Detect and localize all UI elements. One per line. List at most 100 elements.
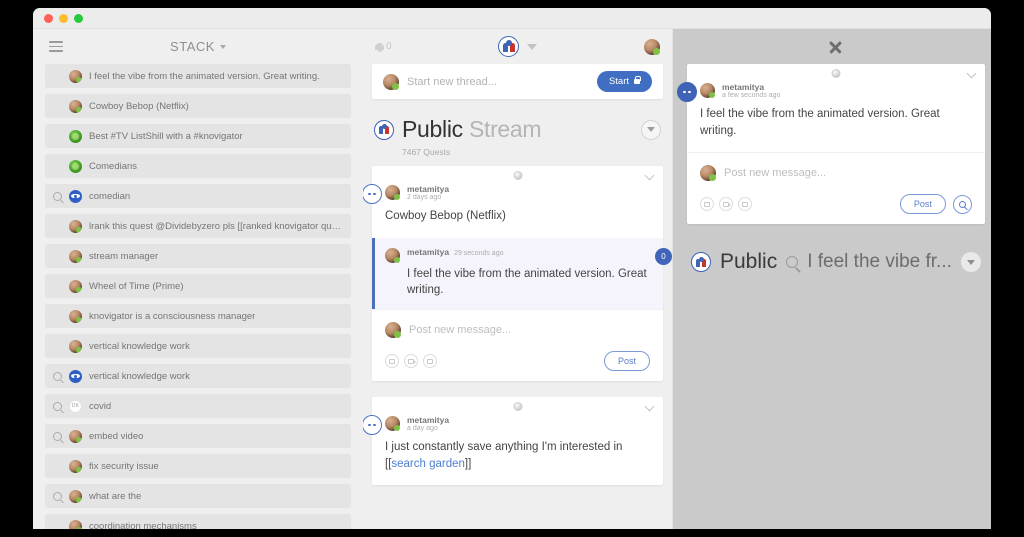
avatar bbox=[700, 165, 716, 182]
message-count-badge[interactable]: 0 bbox=[655, 247, 672, 265]
caret-down-icon[interactable] bbox=[527, 43, 538, 50]
stack-list-item[interactable]: Best #TV ListShill with a #knovigator bbox=[45, 124, 351, 148]
chevron-down-icon[interactable] bbox=[644, 401, 655, 412]
video-icon[interactable] bbox=[404, 354, 418, 369]
avatar bbox=[69, 339, 82, 353]
wiki-link[interactable]: search garden bbox=[391, 458, 465, 470]
more-options-icon[interactable] bbox=[677, 82, 697, 102]
stack-list[interactable]: I feel the vibe from the animated versio… bbox=[33, 64, 363, 529]
stack-list-item-label: comedian bbox=[89, 190, 131, 202]
stack-list-item-label: Comedians bbox=[89, 160, 138, 172]
post-button[interactable]: Post bbox=[899, 194, 946, 215]
comment-icon[interactable] bbox=[738, 197, 752, 212]
image-icon[interactable] bbox=[700, 197, 714, 212]
user-avatar[interactable] bbox=[644, 38, 660, 55]
message-text: I just constantly save anything I'm inte… bbox=[372, 432, 663, 485]
chevron-down-icon[interactable] bbox=[966, 68, 977, 79]
globe-icon bbox=[831, 69, 841, 78]
start-thread-button[interactable]: Start bbox=[596, 71, 652, 92]
avatar bbox=[69, 189, 82, 203]
avatar bbox=[69, 489, 82, 503]
stack-list-item[interactable]: embed video bbox=[45, 424, 351, 448]
close-window-button[interactable] bbox=[44, 13, 53, 23]
stack-list-item[interactable]: knovigator is a consciousness manager bbox=[45, 304, 351, 328]
notifications-button[interactable]: 0 bbox=[375, 41, 392, 52]
stack-list-item[interactable]: Wheel of Time (Prime) bbox=[45, 274, 351, 298]
center-scroll-area[interactable]: Start new thread... Start Public Stream … bbox=[363, 64, 672, 529]
search-query-text[interactable]: I feel the vibe fr... bbox=[807, 251, 952, 273]
message-timestamp: 29 seconds ago bbox=[454, 249, 504, 257]
bottom-bar-title: Public bbox=[720, 250, 778, 274]
avatar bbox=[69, 69, 82, 83]
stack-list-item[interactable]: vertical knowledge work bbox=[45, 334, 351, 358]
hamburger-icon[interactable] bbox=[49, 41, 63, 52]
stack-list-item[interactable]: Cowboy Bebop (Netflix) bbox=[45, 94, 351, 118]
message-header: metamitya 2 days ago bbox=[372, 184, 663, 201]
start-button-label: Start bbox=[608, 76, 629, 87]
stack-list-item[interactable]: I feel the vibe from the animated versio… bbox=[45, 64, 351, 88]
avatar bbox=[69, 249, 82, 263]
post-message-input[interactable]: Post new message... bbox=[724, 167, 826, 179]
search-icon bbox=[53, 371, 62, 381]
bottom-bar-options-button[interactable] bbox=[960, 252, 981, 273]
stream-options-button[interactable] bbox=[641, 119, 661, 140]
more-options-icon[interactable] bbox=[363, 184, 382, 204]
search-icon bbox=[53, 491, 62, 501]
highlighted-message-row[interactable]: 0 metamitya 29 seconds ago I feel the vi… bbox=[372, 237, 672, 310]
message-author: metamitya bbox=[407, 415, 450, 426]
lock-icon bbox=[634, 76, 641, 84]
globe-icon bbox=[513, 171, 522, 180]
stack-list-item[interactable]: Comedians bbox=[45, 154, 351, 178]
right-panel-header bbox=[673, 29, 991, 64]
avatar bbox=[69, 519, 82, 529]
stream-header: Public Stream bbox=[372, 116, 663, 143]
message-text: Cowboy Bebop (Netflix) bbox=[385, 210, 506, 222]
video-icon[interactable] bbox=[719, 197, 733, 212]
post-message-input[interactable]: Post new message... bbox=[409, 324, 511, 336]
stack-list-item-label: stream manager bbox=[89, 250, 159, 262]
avatar bbox=[383, 74, 399, 90]
search-icon bbox=[53, 431, 62, 441]
new-thread-composer: Start new thread... Start bbox=[372, 64, 663, 99]
search-icon[interactable] bbox=[786, 256, 799, 269]
message-text: I feel the vibe from the animated versio… bbox=[407, 267, 647, 297]
stack-list-item[interactable]: coordination mechanisms bbox=[45, 514, 351, 529]
search-icon[interactable] bbox=[952, 194, 972, 214]
brand-logo-icon bbox=[374, 119, 394, 140]
close-icon[interactable] bbox=[828, 39, 843, 54]
comment-icon[interactable] bbox=[423, 354, 437, 369]
stack-list-item[interactable]: what are the bbox=[45, 484, 351, 508]
center-header-middle bbox=[392, 36, 644, 57]
detail-card: metamitya a few seconds ago I feel the v… bbox=[677, 64, 985, 225]
stack-list-item[interactable]: comedian bbox=[45, 184, 351, 208]
avatar bbox=[385, 247, 400, 263]
stack-list-item[interactable]: lrank this quest @Dividebyzero pls [[ran… bbox=[45, 214, 351, 238]
page-title: Public Stream bbox=[402, 116, 542, 143]
sidebar: STACK I feel the vibe from the animated … bbox=[33, 29, 363, 529]
stack-list-item[interactable]: stream manager bbox=[45, 244, 351, 268]
stack-list-item-label: fix security issue bbox=[89, 460, 159, 472]
chevron-down-icon[interactable] bbox=[644, 170, 655, 181]
stack-list-item-label: vertical knowledge work bbox=[89, 340, 190, 352]
stack-list-item[interactable]: fix security issue bbox=[45, 454, 351, 478]
stack-list-item[interactable]: vertical knowledge work bbox=[45, 364, 351, 388]
post-button[interactable]: Post bbox=[603, 351, 650, 372]
brand-logo-icon bbox=[691, 252, 711, 273]
stack-list-item-label: Cowboy Bebop (Netflix) bbox=[89, 100, 189, 112]
window-titlebar bbox=[33, 8, 991, 29]
center-header: 0 bbox=[363, 29, 672, 64]
stack-list-item[interactable]: DK covid bbox=[45, 394, 351, 418]
message-author: metamitya bbox=[722, 82, 765, 92]
sidebar-header: STACK bbox=[33, 29, 363, 64]
message-timestamp: a day ago bbox=[407, 425, 438, 433]
avatar bbox=[69, 459, 82, 473]
brand-logo-icon[interactable] bbox=[498, 36, 520, 57]
app-body: STACK I feel the vibe from the animated … bbox=[33, 29, 991, 529]
minimize-window-button[interactable] bbox=[59, 13, 68, 23]
maximize-window-button[interactable] bbox=[74, 13, 83, 23]
stack-list-item-label: vertical knowledge work bbox=[89, 370, 190, 382]
image-icon[interactable] bbox=[385, 354, 399, 369]
right-card-wrapper: metamitya a few seconds ago I feel the v… bbox=[673, 64, 991, 225]
stack-title-dropdown[interactable]: STACK bbox=[63, 39, 333, 54]
message-author: metamitya bbox=[407, 246, 450, 257]
